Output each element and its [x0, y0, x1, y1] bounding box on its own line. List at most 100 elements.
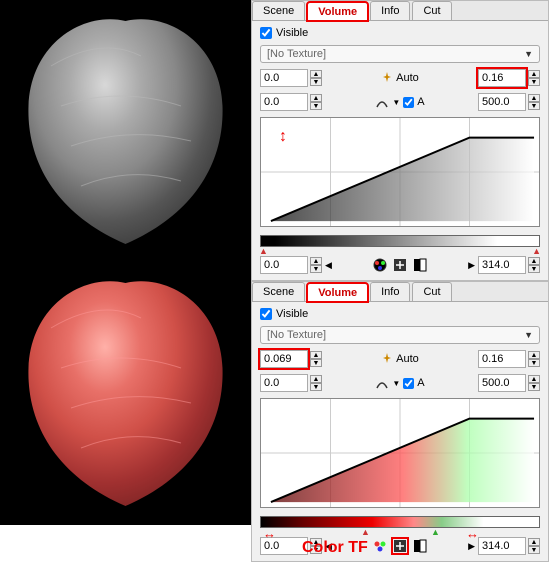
- right-arrow-icon[interactable]: ▶: [468, 541, 475, 552]
- down-icon[interactable]: ▼: [528, 265, 540, 273]
- texture-dropdown[interactable]: [No Texture] ▼: [260, 326, 540, 344]
- texture-dropdown[interactable]: [No Texture] ▼: [260, 45, 540, 63]
- xmax-input[interactable]: [478, 256, 526, 274]
- visible-checkbox[interactable]: [260, 27, 272, 39]
- up-icon[interactable]: ▲: [310, 538, 322, 546]
- tab-cut[interactable]: Cut: [412, 282, 451, 301]
- chevron-down-icon: ▼: [524, 49, 533, 59]
- down-icon[interactable]: ▼: [310, 78, 322, 86]
- volume-panel-1: Scene Volume Info Cut Visible [No Textur…: [251, 0, 549, 281]
- down-icon[interactable]: ▼: [310, 383, 322, 391]
- vertical-arrow-annotation: ↕: [279, 128, 287, 146]
- visible-checkbox[interactable]: [260, 308, 272, 320]
- render-view-gray[interactable]: [0, 0, 251, 262]
- down-icon[interactable]: ▼: [528, 359, 540, 367]
- marker-icon[interactable]: ▲: [431, 527, 440, 537]
- pin-icon[interactable]: [381, 71, 393, 86]
- range-max-spinner[interactable]: ▲▼: [478, 93, 540, 111]
- heart-volume-gray: [21, 16, 231, 246]
- opacity-min-spinner[interactable]: ▲▼: [260, 69, 322, 87]
- tab-volume[interactable]: Volume: [307, 283, 368, 302]
- pin-icon[interactable]: [381, 352, 393, 367]
- down-icon[interactable]: ▼: [528, 383, 540, 391]
- color-gradient-bar[interactable]: ↔ ↔ ▲ ▲: [260, 516, 540, 528]
- tab-scene[interactable]: Scene: [252, 1, 305, 20]
- down-icon[interactable]: ▼: [310, 265, 322, 273]
- tab-bar: Scene Volume Info Cut: [252, 282, 548, 302]
- opacity-max-input[interactable]: [478, 350, 526, 368]
- contrast-icon[interactable]: [413, 539, 427, 553]
- range-min-input[interactable]: [260, 374, 308, 392]
- down-icon[interactable]: ▼: [528, 102, 540, 110]
- xmin-input[interactable]: [260, 256, 308, 274]
- opacity-min-spinner[interactable]: ▲▼: [260, 350, 322, 368]
- chevron-down-icon[interactable]: ▼: [392, 98, 400, 107]
- horizontal-arrow-annotation: ↔: [466, 526, 479, 541]
- marker-icon[interactable]: ▲: [361, 527, 370, 537]
- opacity-min-input[interactable]: [260, 350, 308, 368]
- range-max-input[interactable]: [478, 374, 526, 392]
- render-view-red[interactable]: [0, 262, 251, 524]
- chevron-down-icon: ▼: [524, 330, 533, 340]
- left-arrow-icon[interactable]: ◀: [325, 541, 332, 552]
- add-point-icon[interactable]: [393, 539, 407, 553]
- left-arrow-icon[interactable]: ◀: [325, 260, 332, 271]
- right-arrow-icon[interactable]: ▶: [468, 260, 475, 271]
- down-icon[interactable]: ▼: [310, 102, 322, 110]
- tab-info[interactable]: Info: [370, 1, 410, 20]
- marker-right-icon[interactable]: ▲: [532, 246, 541, 256]
- down-icon[interactable]: ▼: [528, 546, 540, 554]
- auto-group: Auto: [381, 352, 419, 367]
- color-wheel-icon[interactable]: [373, 258, 387, 272]
- tab-volume[interactable]: Volume: [307, 2, 368, 21]
- curve-icon[interactable]: [375, 95, 389, 109]
- range-min-spinner[interactable]: ▲▼: [260, 374, 322, 392]
- up-icon[interactable]: ▲: [310, 70, 322, 78]
- opacity-max-spinner[interactable]: ▲▼: [478, 350, 540, 368]
- up-icon[interactable]: ▲: [310, 375, 322, 383]
- xmax-spinner[interactable]: ▶ ▲▼: [468, 256, 540, 274]
- up-icon[interactable]: ▲: [528, 375, 540, 383]
- bottom-controls: ▲▼ ◀ ▶ ▲▼: [260, 256, 540, 274]
- xmin-spinner[interactable]: ▲▼ ◀: [260, 256, 332, 274]
- up-icon[interactable]: ▲: [310, 257, 322, 265]
- up-icon[interactable]: ▲: [528, 538, 540, 546]
- visible-row: Visible: [260, 308, 540, 320]
- down-icon[interactable]: ▼: [528, 78, 540, 86]
- up-icon[interactable]: ▲: [310, 351, 322, 359]
- opacity-min-input[interactable]: [260, 69, 308, 87]
- up-icon[interactable]: ▲: [528, 257, 540, 265]
- transfer-function-graph[interactable]: ↕: [260, 117, 540, 227]
- transfer-function-graph[interactable]: [260, 398, 540, 508]
- xmax-input[interactable]: [478, 537, 526, 555]
- range-min-input[interactable]: [260, 93, 308, 111]
- tab-cut[interactable]: Cut: [412, 1, 451, 20]
- texture-value: [No Texture]: [267, 329, 326, 341]
- control-column: Scene Volume Info Cut Visible [No Textur…: [251, 0, 549, 525]
- tab-scene[interactable]: Scene: [252, 282, 305, 301]
- add-point-icon[interactable]: [393, 258, 407, 272]
- range-max-input[interactable]: [478, 93, 526, 111]
- range-max-spinner[interactable]: ▲▼: [478, 374, 540, 392]
- curve-icon[interactable]: [375, 376, 389, 390]
- down-icon[interactable]: ▼: [310, 546, 322, 554]
- opacity-max-spinner[interactable]: ▲▼: [478, 69, 540, 87]
- a-label: A: [417, 96, 424, 108]
- contrast-icon[interactable]: [413, 258, 427, 272]
- chevron-down-icon[interactable]: ▼: [392, 379, 400, 388]
- tab-info[interactable]: Info: [370, 282, 410, 301]
- range-min-spinner[interactable]: ▲▼: [260, 93, 322, 111]
- up-icon[interactable]: ▲: [528, 94, 540, 102]
- down-icon[interactable]: ▼: [310, 359, 322, 367]
- opacity-max-input[interactable]: [478, 69, 526, 87]
- up-icon[interactable]: ▲: [528, 351, 540, 359]
- up-icon[interactable]: ▲: [528, 70, 540, 78]
- up-icon[interactable]: ▲: [310, 94, 322, 102]
- a-checkbox[interactable]: [403, 97, 414, 108]
- a-checkbox[interactable]: [403, 378, 414, 389]
- marker-left-icon[interactable]: ▲: [259, 246, 268, 256]
- auto-group: Auto: [381, 71, 419, 86]
- auto-label: Auto: [396, 353, 419, 365]
- color-wheel-icon[interactable]: [373, 539, 387, 553]
- color-gradient-bar[interactable]: ▲ ▲: [260, 235, 540, 247]
